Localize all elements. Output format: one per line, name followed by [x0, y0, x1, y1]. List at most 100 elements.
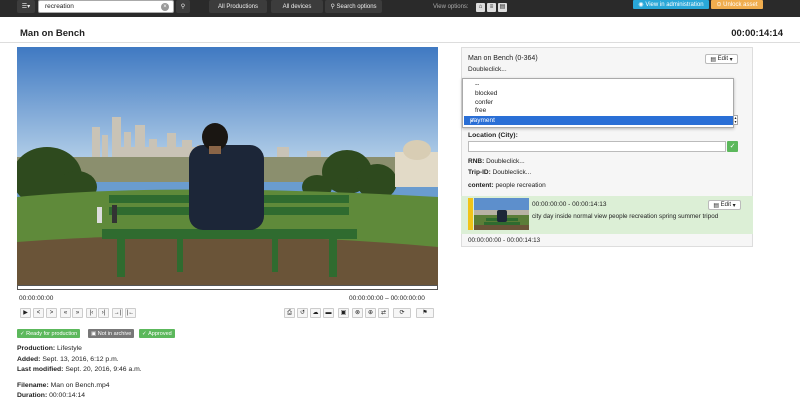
next-frame-icon: > — [49, 310, 54, 316]
view-in-admin-button[interactable]: ◉ View in administration — [633, 0, 709, 9]
select-arrows-icon[interactable]: ▴ ▾ — [733, 115, 738, 125]
mark-out-icon: |← — [126, 310, 135, 316]
dropdown-option[interactable]: confer — [475, 99, 493, 106]
refresh-dropdown-button[interactable]: ⟳ — [393, 308, 411, 318]
search-icon: ⚲ — [180, 4, 186, 10]
dropdown-option-selected[interactable]: ✓ payment — [464, 116, 734, 125]
production-row: Production: Lifestyle — [17, 345, 82, 352]
go-start-button[interactable]: |‹ — [86, 308, 97, 318]
go-end-button[interactable]: ›| — [98, 308, 109, 318]
prev-frame-button[interactable]: < — [33, 308, 44, 318]
clip-timecode: 00:00:00:00 - 00:00:14:13 — [532, 201, 607, 208]
refresh-icon: ⟳ — [399, 310, 405, 316]
modified-value: Sept. 20, 2016, 9:46 a.m. — [65, 366, 142, 373]
swap-icon: ⇄ — [380, 310, 387, 316]
added-value: Sept. 13, 2016, 6:12 p.m. — [42, 356, 119, 363]
link-button[interactable]: ⊗ — [352, 308, 363, 318]
play-icon: ▶ — [23, 310, 28, 316]
timeline-scrubber[interactable] — [17, 285, 438, 290]
ready-badge-label: Ready for production — [26, 330, 78, 337]
list-view-icon[interactable]: ≡ — [487, 3, 496, 12]
content-row: content: people recreation — [468, 182, 546, 189]
check-icon: ✓ — [729, 143, 736, 150]
duration-value: 00:00:14:14 — [49, 392, 86, 399]
bookmark-dropdown-button[interactable]: ⚑ — [416, 308, 434, 318]
dropdown-option[interactable]: free — [475, 107, 486, 114]
approved-badge-label: Approved — [148, 330, 172, 337]
fast-forward-button[interactable]: » — [72, 308, 83, 318]
clip-color-marker — [468, 198, 473, 230]
clip-range-timecode: 00:00:00:00 - 00:00:14:13 — [468, 237, 541, 244]
divider — [0, 42, 800, 43]
approved-badge: ✓ Approved — [139, 329, 175, 338]
status-dropdown-menu[interactable]: -- blocked confer free ✓ payment — [462, 78, 734, 128]
mark-in-button[interactable]: →| — [112, 308, 123, 318]
add-button[interactable]: ⊕ — [365, 308, 376, 318]
play-button[interactable]: ▶ — [20, 308, 31, 318]
location-input[interactable] — [468, 141, 726, 152]
confirm-location-button[interactable]: ✓ — [727, 141, 738, 152]
archive-icon: ▣ — [91, 330, 98, 337]
clear-search-icon[interactable]: × — [161, 3, 169, 11]
edit-dropdown-button[interactable]: ▤ Edit ▾ — [705, 54, 738, 64]
menu-toggle-button[interactable]: ☰▾ — [17, 0, 35, 13]
prev-frame-icon: < — [36, 310, 41, 316]
filename-row: Filename: Man on Bench.mp4 — [17, 382, 110, 389]
video-player[interactable] — [17, 47, 438, 285]
history-button[interactable]: ↺ — [297, 308, 308, 318]
view-options-label: View options: — [433, 4, 469, 10]
search-options-button[interactable]: ⚲ Search options — [325, 0, 382, 13]
rewind-button[interactable]: « — [60, 308, 71, 318]
chevron-down-icon: ▾ — [731, 202, 736, 209]
print-icon: ⎙ — [287, 310, 292, 316]
clip-edit-label: Edit — [720, 202, 731, 208]
comment-button[interactable]: ▬ — [323, 308, 334, 318]
add-icon: ⊕ — [367, 310, 374, 316]
mark-out-button[interactable]: |← — [125, 308, 136, 318]
all-productions-button[interactable]: All Productions — [209, 0, 267, 13]
all-devices-button[interactable]: All devices — [271, 0, 323, 13]
clip-thumbnail[interactable] — [474, 198, 529, 230]
location-label: Location (City): — [468, 132, 518, 139]
print-button[interactable]: ⎙ — [284, 308, 295, 318]
home-view-icon[interactable]: ⌂ — [476, 3, 485, 12]
comment-icon: ▬ — [325, 310, 332, 316]
duration-row: Duration: 00:00:14:14 — [17, 392, 86, 399]
clip-edit-dropdown-button[interactable]: ▤ Edit ▾ — [708, 200, 741, 210]
content-value: people recreation — [495, 182, 546, 189]
dropdown-option[interactable]: blocked — [475, 90, 497, 97]
modified-row: Last modified: Sept. 20, 2016, 9:46 a.m. — [17, 366, 142, 373]
view-in-admin-label: View in administration — [645, 1, 704, 8]
rewind-icon: « — [63, 310, 68, 316]
unlock-asset-button[interactable]: ⊙ Unlock asset — [711, 0, 763, 9]
next-frame-button[interactable]: > — [46, 308, 57, 318]
all-productions-label: All Productions — [217, 3, 259, 10]
asset-duration-header: 00:00:14:14 — [731, 28, 783, 39]
bookmark-icon: ⚑ — [422, 310, 428, 316]
video-frame-image — [17, 47, 438, 285]
panel-description[interactable]: Doubleclick... — [468, 66, 507, 73]
search-input[interactable]: recreation × — [38, 0, 174, 13]
eye-icon: ◉ — [638, 2, 646, 8]
ready-badge: ✓ Ready for production — [17, 329, 81, 338]
go-start-icon: |‹ — [89, 310, 94, 316]
current-timecode: 00:00:00:00 — [19, 295, 54, 302]
trip-id-row[interactable]: Trip-ID: Doubleclick... — [468, 169, 531, 176]
search-button[interactable]: ⚲ — [176, 0, 190, 13]
added-row: Added: Sept. 13, 2016, 6:12 p.m. — [17, 356, 119, 363]
swap-button[interactable]: ⇄ — [378, 308, 389, 318]
search-value: recreation — [45, 3, 74, 10]
image-button[interactable]: ▣ — [338, 308, 349, 318]
clip-thumbnail-image — [474, 198, 529, 230]
archive-badge: ▣ Not in archive — [88, 329, 135, 338]
production-value: Lifestyle — [57, 345, 82, 352]
trip-id-value: Doubleclick... — [492, 169, 532, 176]
unlock-asset-label: Unlock asset — [723, 1, 758, 8]
film-view-icon[interactable]: ▤ — [498, 3, 507, 12]
rnb-row[interactable]: RNB: Doubleclick... — [468, 158, 525, 165]
filename-value: Man on Bench.mp4 — [50, 382, 110, 389]
dropdown-option[interactable]: -- — [475, 81, 479, 88]
search-options-label: Search options — [336, 3, 377, 10]
upload-button[interactable]: ☁ — [310, 308, 321, 318]
link-icon: ⊗ — [354, 310, 361, 316]
